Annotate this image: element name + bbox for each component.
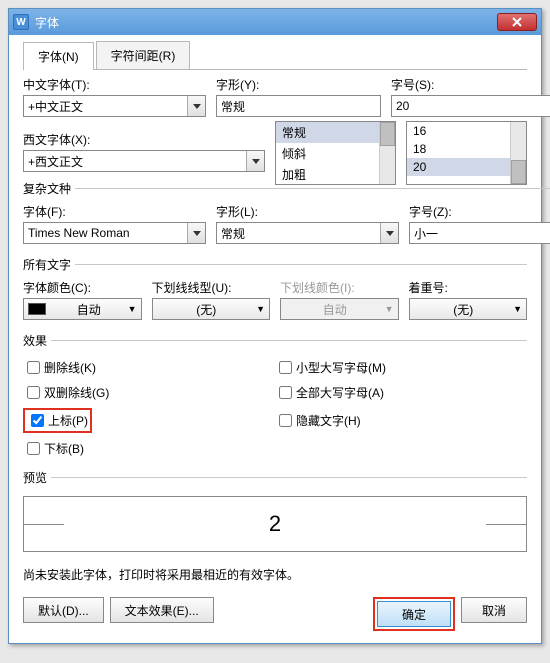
preview-group: 预览 2 (23, 469, 527, 552)
effects-legend: 效果 (23, 332, 51, 349)
alltext-legend: 所有文字 (23, 256, 75, 273)
complex-style-label: 字形(L): (216, 203, 399, 220)
effects-group: 效果 删除线(K) 小型大写字母(M) 双删除线(G) 全部大写字母(A) 上标(P) 隐… (23, 332, 527, 461)
effect-hidden[interactable]: 隐藏文字(H) (275, 405, 527, 436)
scroll-thumb[interactable] (380, 122, 395, 146)
west-font-combo[interactable] (23, 150, 265, 172)
effect-smallcaps-label: 小型大写字母(M) (296, 359, 386, 376)
effect-dstrike-checkbox[interactable] (27, 386, 40, 399)
effect-smallcaps-checkbox[interactable] (279, 361, 292, 374)
emphasis-dropdown[interactable]: (无) ▼ (409, 298, 528, 320)
complex-style-combo[interactable] (216, 222, 399, 244)
effect-dstrike-label: 双删除线(G) (44, 384, 109, 401)
effect-hidden-checkbox[interactable] (279, 414, 292, 427)
emphasis-label: 着重号: (409, 279, 528, 296)
list-item[interactable]: 加粗 (276, 164, 395, 185)
chevron-down-icon: ▼ (128, 304, 137, 314)
complex-size-combo[interactable] (409, 222, 550, 244)
list-item[interactable]: 倾斜 (276, 143, 395, 164)
complex-group: 复杂文种 字体(F): 字形(L): 字号( (23, 180, 550, 248)
effect-dstrike[interactable]: 双删除线(G) (23, 380, 275, 405)
preview-legend: 预览 (23, 469, 51, 486)
window-title: 字体 (35, 14, 497, 31)
size-listbox[interactable]: 16 18 20 (406, 121, 527, 185)
preview-box: 2 (23, 496, 527, 552)
list-item[interactable]: 常规 (276, 122, 395, 143)
list-item[interactable]: 20 (407, 158, 526, 176)
default-button[interactable]: 默认(D)... (23, 597, 104, 623)
style-combo[interactable] (216, 95, 381, 117)
effect-strike-label: 删除线(K) (44, 359, 96, 376)
complex-style-input[interactable] (217, 223, 380, 243)
effect-sub[interactable]: 下标(B) (23, 436, 275, 461)
close-icon (512, 17, 522, 27)
size-label: 字号(S): (391, 76, 550, 93)
scroll-thumb[interactable] (511, 160, 526, 184)
effect-allcaps-label: 全部大写字母(A) (296, 384, 384, 401)
preview-text: 2 (269, 511, 281, 537)
chevron-down-icon[interactable] (187, 96, 205, 116)
underline-dropdown[interactable]: (无) ▼ (152, 298, 271, 320)
chevron-down-icon[interactable] (246, 151, 264, 171)
close-button[interactable] (497, 13, 537, 31)
app-icon: W (13, 14, 29, 30)
color-swatch-icon (28, 303, 46, 315)
dialog-body: 字体(N) 字符间距(R) 中文字体(T): 字形(Y): 字号(S): (9, 35, 541, 643)
ulcolor-dropdown: 自动 ▼ (280, 298, 399, 320)
complex-font-combo[interactable] (23, 222, 206, 244)
effect-strike-checkbox[interactable] (27, 361, 40, 374)
west-font-label: 西文字体(X): (23, 131, 265, 148)
font-color-dropdown[interactable]: 自动 ▼ (23, 298, 142, 320)
cn-font-label: 中文字体(T): (23, 76, 206, 93)
list-item[interactable]: 16 (407, 122, 526, 140)
footer-note: 尚未安装此字体，打印时将采用最相近的有效字体。 (23, 566, 527, 583)
style-label: 字形(Y): (216, 76, 381, 93)
underline-label: 下划线线型(U): (152, 279, 271, 296)
effect-sup-checkbox[interactable] (31, 414, 44, 427)
chevron-down-icon: ▼ (256, 304, 265, 314)
text-effect-button[interactable]: 文本效果(E)... (110, 597, 214, 623)
color-label: 字体颜色(C): (23, 279, 142, 296)
cn-font-input[interactable] (24, 96, 187, 116)
effect-sup[interactable]: 上标(P) (23, 405, 275, 436)
button-row: 默认(D)... 文本效果(E)... 确定 取消 (23, 597, 527, 631)
effect-strike[interactable]: 删除线(K) (23, 355, 275, 380)
chevron-down-icon[interactable] (380, 223, 398, 243)
scrollbar[interactable] (510, 122, 526, 184)
list-item[interactable]: 18 (407, 140, 526, 158)
size-combo[interactable] (391, 95, 550, 117)
effect-allcaps-checkbox[interactable] (279, 386, 292, 399)
chevron-down-icon[interactable] (187, 223, 205, 243)
effect-sub-checkbox[interactable] (27, 442, 40, 455)
scrollbar[interactable] (379, 122, 395, 184)
tab-spacing[interactable]: 字符间距(R) (96, 41, 191, 69)
font-dialog: W 字体 字体(N) 字符间距(R) 中文字体(T): 字形(Y): (8, 8, 542, 644)
size-input[interactable] (392, 96, 550, 116)
tab-strip: 字体(N) 字符间距(R) (23, 41, 527, 70)
chevron-down-icon: ▼ (513, 304, 522, 314)
complex-font-label: 字体(F): (23, 203, 206, 220)
ulcolor-label: 下划线颜色(I): (280, 279, 399, 296)
effect-hidden-label: 隐藏文字(H) (296, 412, 361, 429)
cn-font-combo[interactable] (23, 95, 206, 117)
cancel-button[interactable]: 取消 (461, 597, 527, 623)
ok-button[interactable]: 确定 (377, 601, 451, 627)
chevron-down-icon: ▼ (385, 304, 394, 314)
effect-allcaps[interactable]: 全部大写字母(A) (275, 380, 527, 405)
highlight-ok: 确定 (373, 597, 455, 631)
complex-size-label: 字号(Z): (409, 203, 550, 220)
complex-font-input[interactable] (24, 223, 187, 243)
complex-legend: 复杂文种 (23, 180, 75, 197)
style-listbox[interactable]: 常规 倾斜 加粗 (275, 121, 396, 185)
effect-sub-label: 下标(B) (44, 440, 84, 457)
titlebar: W 字体 (9, 9, 541, 35)
effect-smallcaps[interactable]: 小型大写字母(M) (275, 355, 527, 380)
tab-font[interactable]: 字体(N) (23, 42, 94, 70)
effect-sup-label: 上标(P) (48, 412, 88, 429)
style-input[interactable] (217, 96, 380, 116)
alltext-group: 所有文字 字体颜色(C): 自动 ▼ 下划线线型(U): (无) ▼ (23, 256, 527, 324)
complex-size-input[interactable] (410, 223, 550, 243)
highlight-superscript: 上标(P) (23, 408, 92, 433)
west-font-input[interactable] (24, 151, 246, 171)
